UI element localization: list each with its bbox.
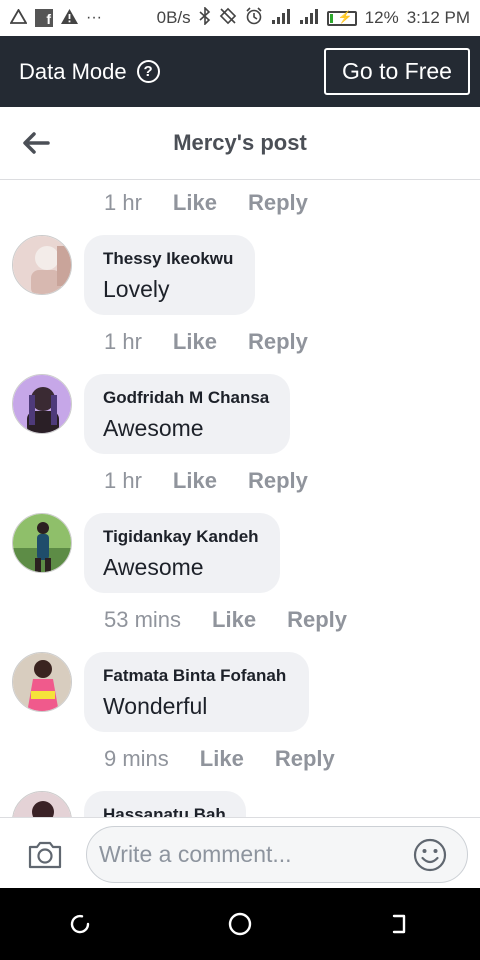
- comment-author[interactable]: Tigidankay Kandeh: [103, 526, 260, 548]
- home-button[interactable]: [210, 894, 270, 954]
- avatar[interactable]: [12, 374, 72, 434]
- comment-meta: 9 mins Like Reply: [104, 746, 335, 772]
- network-speed: 0B/s: [156, 8, 191, 27]
- signal-icon: [271, 8, 291, 28]
- comment-item: Fatmata Binta Fofanah Wonderful: [12, 652, 472, 732]
- status-left: f ···: [9, 7, 102, 28]
- comment-composer: [0, 817, 480, 888]
- comment-bubble[interactable]: Thessy Ikeokwu Lovely: [84, 235, 255, 315]
- page-title: Mercy's post: [173, 130, 307, 155]
- comment-time: 53 mins: [104, 607, 182, 632]
- facebook-icon: f: [35, 9, 53, 27]
- avatar[interactable]: [12, 513, 72, 573]
- back-arrow-icon[interactable]: [22, 131, 50, 155]
- clock-time: 3:12 PM: [406, 8, 470, 27]
- like-button[interactable]: Like: [173, 329, 217, 355]
- avatar[interactable]: [12, 791, 72, 817]
- like-button[interactable]: Like: [200, 746, 244, 772]
- android-navigation-bar: [0, 888, 480, 960]
- comment-time: 1 hr: [104, 190, 142, 215]
- comment-list[interactable]: 1 hr Like Reply Thessy Ikeokwu Lovely 1 …: [0, 180, 480, 817]
- signal-2-icon: [299, 8, 319, 28]
- avatar[interactable]: [12, 652, 72, 712]
- reply-button[interactable]: Reply: [287, 607, 347, 633]
- comment-author[interactable]: Thessy Ikeokwu: [103, 248, 235, 270]
- comment-time: 9 mins: [104, 746, 169, 771]
- like-button[interactable]: Like: [212, 607, 256, 633]
- battery-charging-icon: ⚡: [326, 9, 357, 26]
- comment-meta: 53 mins Like Reply: [104, 607, 347, 633]
- camera-icon[interactable]: [27, 840, 63, 870]
- rotate-icon: [219, 7, 237, 29]
- comment-bubble[interactable]: Tigidankay Kandeh Awesome: [84, 513, 280, 593]
- emoji-icon[interactable]: [413, 838, 447, 872]
- recents-button[interactable]: [50, 894, 110, 954]
- data-mode-title: Data Mode: [19, 58, 127, 84]
- comment-text: Awesome: [103, 554, 204, 580]
- comment-author[interactable]: Hassanatu Bah: [103, 804, 226, 817]
- comment-input[interactable]: [86, 826, 468, 883]
- comment-item: Hassanatu Bah: [12, 791, 472, 817]
- battery-percent: 12%: [364, 8, 399, 27]
- comment-item: Thessy Ikeokwu Lovely: [12, 235, 472, 315]
- comment-meta: 1 hr Like Reply: [104, 190, 308, 216]
- reply-button[interactable]: Reply: [248, 468, 308, 494]
- like-button[interactable]: Like: [173, 468, 217, 494]
- comment-time: 1 hr: [104, 468, 142, 493]
- bluetooth-icon: [199, 6, 211, 29]
- avatar[interactable]: [12, 235, 72, 295]
- comment-meta: 1 hr Like Reply: [104, 468, 308, 494]
- comment-author[interactable]: Godfridah M Chansa: [103, 387, 270, 409]
- comment-bubble[interactable]: Hassanatu Bah: [84, 791, 246, 817]
- help-icon[interactable]: ?: [136, 60, 160, 83]
- comment-meta: 1 hr Like Reply: [104, 329, 308, 355]
- reply-button[interactable]: Reply: [248, 190, 308, 216]
- comment-time: 1 hr: [104, 329, 142, 354]
- comment-text: Wonderful: [103, 693, 208, 719]
- comment-bubble[interactable]: Fatmata Binta Fofanah Wonderful: [84, 652, 309, 732]
- comment-text: Awesome: [103, 415, 204, 441]
- go-to-free-button[interactable]: Go to Free: [324, 48, 470, 95]
- reply-button[interactable]: Reply: [275, 746, 335, 772]
- more-icon: ···: [86, 9, 102, 26]
- like-button[interactable]: Like: [173, 190, 217, 216]
- reply-button[interactable]: Reply: [248, 329, 308, 355]
- comment-bubble[interactable]: Godfridah M Chansa Awesome: [84, 374, 290, 454]
- comment-item: Godfridah M Chansa Awesome: [12, 374, 472, 454]
- warning-outline-icon: [9, 7, 28, 28]
- alarm-icon: [245, 7, 263, 29]
- status-bar: f ··· 0B/s ⚡ 12% 3:12 PM: [0, 0, 480, 36]
- bolt-icon: ⚡: [337, 9, 353, 24]
- comment-text: Lovely: [103, 276, 170, 302]
- status-right: 0B/s ⚡ 12% 3:12 PM: [156, 6, 470, 29]
- comment-item: Tigidankay Kandeh Awesome: [12, 513, 472, 593]
- warning-icon: [61, 8, 78, 28]
- comment-author[interactable]: Fatmata Binta Fofanah: [103, 665, 289, 687]
- battery-level-fill: [329, 13, 333, 23]
- data-mode-banner: Data Mode ? Go to Free: [0, 36, 480, 107]
- post-header: Mercy's post: [0, 107, 480, 180]
- back-button[interactable]: [370, 894, 430, 954]
